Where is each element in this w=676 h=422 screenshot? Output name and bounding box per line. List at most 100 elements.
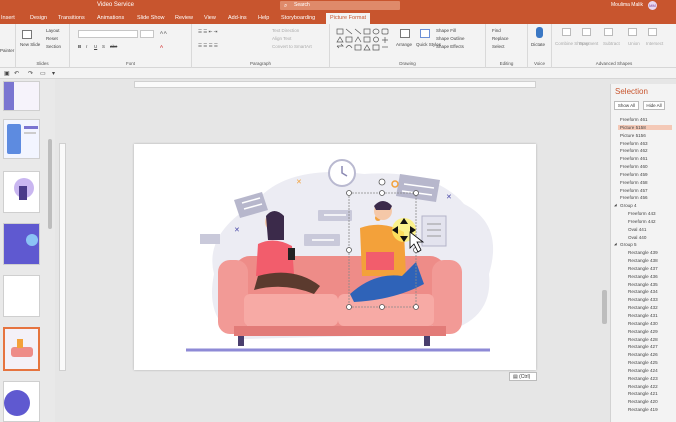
selection-list-item[interactable]: Rectangle 427 bbox=[628, 344, 658, 349]
tab-design[interactable]: Design bbox=[30, 15, 47, 21]
slide-thumbnail[interactable] bbox=[3, 275, 40, 317]
search-box[interactable]: ⌕ Search bbox=[280, 1, 400, 10]
selection-list-item[interactable]: Freeform 458 bbox=[620, 180, 648, 185]
find-button[interactable]: Find bbox=[492, 28, 501, 33]
selection-list-item[interactable]: Rectangle 426 bbox=[628, 352, 658, 357]
selection-list-item[interactable]: Rectangle 436 bbox=[628, 274, 658, 279]
selection-group-item[interactable]: Group 5 bbox=[620, 242, 637, 247]
slide-canvas[interactable]: ✕ ✕ ✕ bbox=[134, 144, 536, 370]
selection-list-item[interactable]: Freeform 443 bbox=[628, 211, 656, 216]
selection-list-item[interactable]: Rectangle 438 bbox=[628, 258, 658, 263]
align-icons[interactable]: ☰ ☰ ☰ ☰ bbox=[198, 43, 218, 49]
slide-thumbnail[interactable] bbox=[3, 381, 40, 422]
selection-list-item[interactable]: Rectangle 435 bbox=[628, 282, 658, 287]
dictate-button[interactable]: Dictate bbox=[531, 42, 545, 47]
fragment-button[interactable]: Fragment bbox=[579, 41, 598, 46]
selection-list-item[interactable]: Rectangle 428 bbox=[628, 337, 658, 342]
selection-group-item[interactable]: Group 4 bbox=[620, 203, 637, 208]
paste-options-button[interactable]: ▤ (Ctrl) bbox=[509, 372, 537, 381]
selection-list-item[interactable]: Picture 5158 bbox=[618, 124, 672, 130]
selection-list-item[interactable]: Rectangle 420 bbox=[628, 399, 658, 404]
layout-button[interactable]: Layout bbox=[46, 28, 60, 33]
new-slide-button[interactable]: New Slide bbox=[20, 42, 40, 47]
intersect-button[interactable]: Intersect bbox=[646, 41, 663, 46]
selection-list-item[interactable]: Rectangle 433 bbox=[628, 297, 658, 302]
customize-toolbar-icon[interactable]: ▾ bbox=[52, 70, 55, 77]
shape-effects-button[interactable]: Shape Effects bbox=[436, 44, 464, 49]
undo-icon[interactable]: ↶ bbox=[14, 70, 19, 77]
strikethrough-button[interactable]: abc bbox=[110, 44, 117, 49]
redo-icon[interactable]: ↷ bbox=[28, 70, 33, 77]
slide-thumbnail[interactable] bbox=[3, 171, 40, 213]
convert-smartart-button[interactable]: Convert to SmartArt bbox=[272, 44, 312, 49]
selection-list-item[interactable]: Rectangle 419 bbox=[628, 407, 658, 412]
present-icon[interactable]: ▭ bbox=[40, 70, 46, 77]
shadow-button[interactable]: S bbox=[102, 44, 105, 49]
slide-thumbnail[interactable] bbox=[3, 81, 40, 111]
selection-list-item[interactable]: Rectangle 424 bbox=[628, 368, 658, 373]
grow-font-icon[interactable]: A A bbox=[160, 30, 167, 35]
union-button[interactable]: Union bbox=[628, 41, 640, 46]
subtract-button[interactable]: Subtract bbox=[603, 41, 620, 46]
arrange-button[interactable]: Arrange bbox=[396, 42, 412, 47]
font-size-input[interactable] bbox=[140, 30, 154, 38]
align-text-button[interactable]: Align Text bbox=[272, 36, 291, 41]
selection-list-item[interactable]: Rectangle 423 bbox=[628, 376, 658, 381]
selection-list-item[interactable]: Rectangle 439 bbox=[628, 250, 658, 255]
selection-list-item[interactable]: Rectangle 434 bbox=[628, 289, 658, 294]
selection-list-item[interactable]: Freeform 457 bbox=[620, 188, 648, 193]
shape-outline-button[interactable]: Shape Outline bbox=[436, 36, 465, 41]
tab-slide-show[interactable]: Slide Show bbox=[137, 15, 165, 21]
font-name-input[interactable] bbox=[78, 30, 138, 38]
selection-list-item[interactable]: Rectangle 429 bbox=[628, 329, 658, 334]
selection-list-item[interactable]: Rectangle 425 bbox=[628, 360, 658, 365]
collapse-triangle-icon[interactable]: ◢ bbox=[614, 242, 617, 246]
slide-thumbnail[interactable] bbox=[3, 223, 40, 265]
collapse-triangle-icon[interactable]: ◢ bbox=[614, 203, 617, 207]
avatar[interactable]: MM bbox=[648, 1, 657, 10]
tab-storyboarding[interactable]: Storyboarding bbox=[281, 15, 315, 21]
reset-button[interactable]: Reset bbox=[46, 36, 58, 41]
hide-all-button[interactable]: Hide All bbox=[643, 101, 665, 110]
selection-list-item[interactable]: Freeform 461 bbox=[620, 156, 648, 161]
bullets-icon[interactable]: ☰ ☰ ⇤ ⇥ bbox=[198, 29, 217, 35]
shapes-gallery[interactable] bbox=[336, 28, 392, 52]
selection-list-item[interactable]: Freeform 463 bbox=[620, 141, 648, 146]
tab-view[interactable]: View bbox=[204, 15, 216, 21]
selection-list-item[interactable]: Rectangle 422 bbox=[628, 384, 658, 389]
replace-button[interactable]: Replace bbox=[492, 36, 509, 41]
selection-list-item[interactable]: Rectangle 430 bbox=[628, 321, 658, 326]
select-button[interactable]: Select bbox=[492, 44, 505, 49]
underline-button[interactable]: U bbox=[94, 44, 97, 49]
selection-list-item[interactable]: Freeform 462 bbox=[620, 148, 648, 153]
selection-list-item[interactable]: Rectangle 432 bbox=[628, 305, 658, 310]
selection-list-item[interactable]: Rectangle 437 bbox=[628, 266, 658, 271]
selection-list-item[interactable]: Freeform 461 bbox=[620, 117, 648, 122]
format-painter-label[interactable]: Painter bbox=[0, 48, 14, 53]
tab-picture-format[interactable]: Picture Format bbox=[326, 13, 371, 24]
selection-list-item[interactable]: Picture 5156 bbox=[620, 133, 646, 138]
bold-button[interactable]: B bbox=[78, 44, 81, 49]
selection-list-item[interactable]: Rectangle 421 bbox=[628, 391, 658, 396]
slide-thumbnail-active[interactable] bbox=[3, 327, 40, 371]
selection-list-item[interactable]: Oval 440 bbox=[628, 235, 646, 240]
tab-help[interactable]: Help bbox=[258, 15, 269, 21]
font-color-button[interactable]: A bbox=[160, 44, 163, 49]
selection-list-item[interactable]: Oval 441 bbox=[628, 227, 646, 232]
selection-list-item[interactable]: Rectangle 431 bbox=[628, 313, 658, 318]
section-button[interactable]: Section bbox=[46, 44, 61, 49]
selection-list-item[interactable]: Freeform 459 bbox=[620, 172, 648, 177]
slide-thumbnail[interactable] bbox=[3, 119, 40, 159]
tab-insert[interactable]: Insert bbox=[1, 15, 15, 21]
selection-list-item[interactable]: Freeform 460 bbox=[620, 164, 648, 169]
tab-add-ins[interactable]: Add-ins bbox=[228, 15, 247, 21]
selection-list-item[interactable]: Freeform 456 bbox=[620, 195, 648, 200]
save-icon[interactable]: ▣ bbox=[4, 70, 10, 77]
italic-button[interactable]: I bbox=[86, 44, 87, 49]
selection-list-item[interactable]: Freeform 442 bbox=[628, 219, 656, 224]
text-direction-button[interactable]: Text Direction bbox=[272, 28, 299, 33]
tab-review[interactable]: Review bbox=[175, 15, 193, 21]
show-all-button[interactable]: Show All bbox=[614, 101, 639, 110]
tab-animations[interactable]: Animations bbox=[97, 15, 124, 21]
shape-fill-button[interactable]: Shape Fill bbox=[436, 28, 456, 33]
